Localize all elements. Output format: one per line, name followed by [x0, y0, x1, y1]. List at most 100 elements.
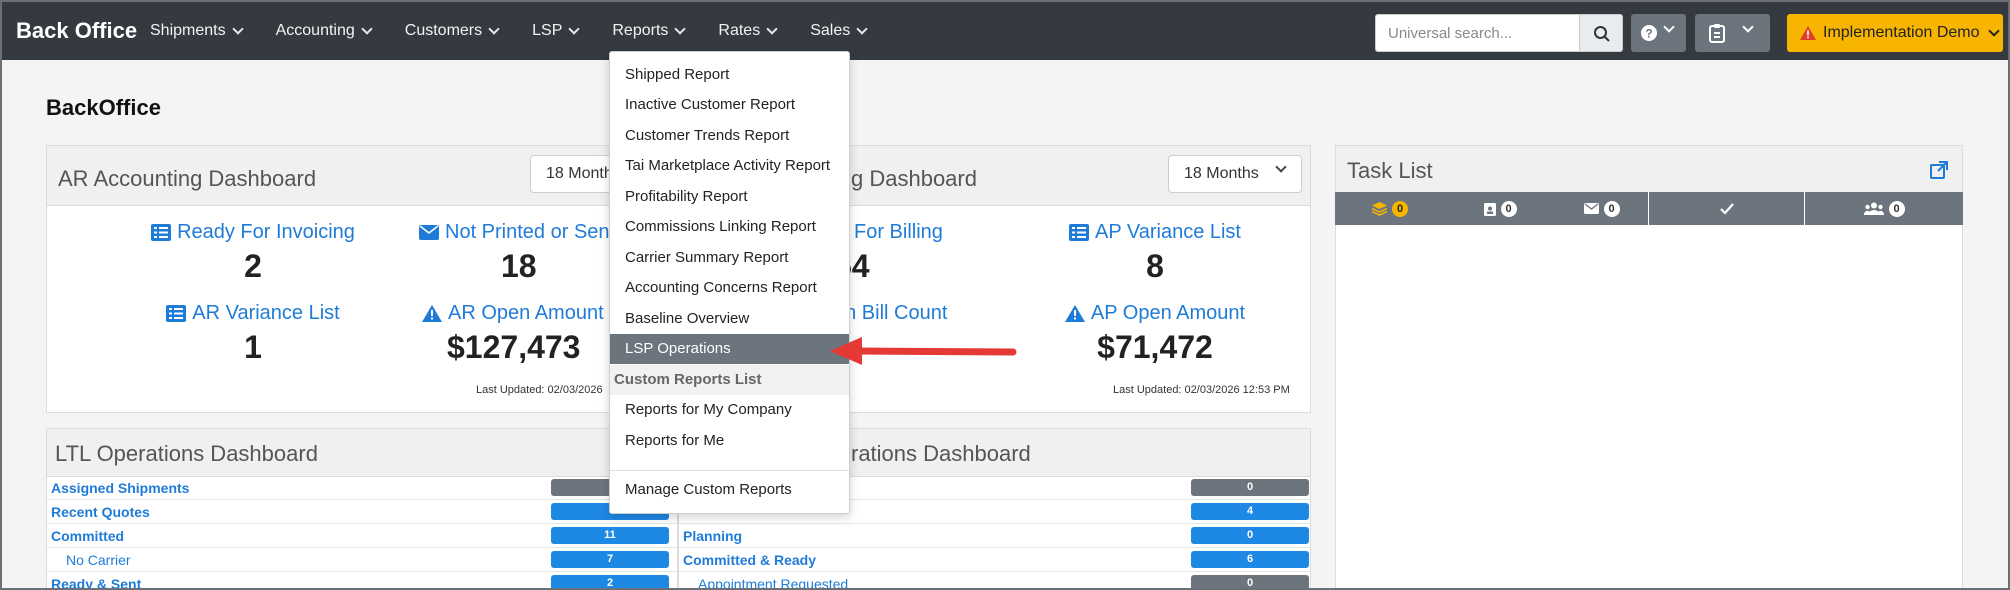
nav-lsp[interactable]: LSP: [532, 22, 581, 40]
ap-dashboard-title: g Dashboard: [851, 166, 977, 191]
task-count-badge: 0: [1888, 200, 1905, 217]
metric-ready-for-invoicing: Ready For Invoicing 2: [103, 221, 403, 285]
nav-customers[interactable]: Customers: [404, 22, 500, 40]
nav-reports[interactable]: Reports: [612, 22, 687, 40]
nav-label: Accounting: [275, 22, 355, 39]
warning-icon: [1064, 305, 1085, 322]
nav-shipments[interactable]: Shipments: [150, 22, 244, 40]
page-title: BackOffice: [46, 95, 161, 120]
menu-item-inactive-customer-report[interactable]: Inactive Customer Report: [610, 90, 849, 120]
row-label[interactable]: No Carrier: [66, 552, 131, 568]
table-row[interactable]: Ready & Sent 2: [47, 572, 677, 588]
menu-item-commissions-linking-report[interactable]: Commissions Linking Report: [610, 212, 849, 242]
menu-item-profitability-report[interactable]: Profitability Report: [610, 182, 849, 212]
table-row[interactable]: Recent Quotes: [47, 500, 677, 524]
list-icon: [166, 305, 187, 322]
ar-open-amount-link[interactable]: AR Open Amount: [364, 302, 649, 325]
ltl-dashboard-panel: LTL Operations Dashboard Assigned Shipme…: [46, 428, 678, 588]
task-tab-messages[interactable]: 0: [1555, 192, 1649, 225]
metric-label: AP Open Amount: [1090, 302, 1246, 324]
task-list-header: Task List: [1336, 146, 1962, 193]
ltl-dashboard-header: LTL Operations Dashboard: [47, 429, 677, 477]
nav-label: Rates: [718, 22, 761, 39]
metric-label: AR Open Amount: [448, 302, 604, 324]
question-icon: ?: [1641, 25, 1657, 41]
table-row[interactable]: Committed 11: [47, 524, 677, 548]
ready-for-billing-link[interactable]: For Billing: [834, 221, 984, 244]
menu-item-shipped-report[interactable]: Shipped Report: [610, 60, 849, 90]
row-label[interactable]: Assigned Shipments: [51, 480, 189, 496]
ar-dashboard-header: AR Accounting Dashboard 18 Months: [47, 146, 650, 206]
count-badge: 4: [1191, 503, 1309, 520]
chevron-down-icon: [766, 22, 778, 35]
menu-item-manage-custom-reports[interactable]: Manage Custom Reports: [610, 475, 849, 505]
external-link-icon[interactable]: [1930, 161, 1948, 179]
clipboard-user-icon: [1483, 202, 1496, 216]
reports-dropdown-menu: Shipped Report Inactive Customer Report …: [609, 51, 850, 514]
metric-label: AR Variance List: [192, 302, 340, 324]
not-printed-link[interactable]: Not Printed or Sent: [364, 221, 649, 244]
nav-sales[interactable]: Sales: [810, 22, 868, 40]
menu-item-reports-for-my-company[interactable]: Reports for My Company: [610, 395, 849, 425]
app-window: Back Office Shipments Accounting Custome…: [0, 0, 2010, 590]
nav-rates[interactable]: Rates: [718, 22, 778, 40]
annotation-arrow-icon: [830, 337, 1017, 365]
chevron-down-icon: [856, 22, 868, 35]
brand-logo[interactable]: Back Office: [16, 18, 137, 44]
menu-item-baseline-overview[interactable]: Baseline Overview: [610, 304, 849, 334]
task-tab-team[interactable]: 0: [1805, 192, 1963, 225]
help-menu-button[interactable]: ?: [1631, 14, 1686, 52]
universal-search-input[interactable]: Universal search...: [1375, 14, 1581, 52]
clipboard-menu-button[interactable]: [1695, 14, 1770, 52]
task-tab-completed[interactable]: [1649, 192, 1805, 225]
table-row[interactable]: Committed & Ready 6: [679, 548, 1310, 572]
task-tab-shipments[interactable]: 0: [1445, 192, 1555, 225]
row-label[interactable]: Planning: [683, 528, 742, 544]
menu-item-carrier-summary-report[interactable]: Carrier Summary Report: [610, 243, 849, 273]
chevron-down-icon: [1987, 24, 2000, 37]
table-row[interactable]: No Carrier 7: [47, 548, 677, 572]
ap-period-select[interactable]: 18 Months: [1168, 155, 1302, 193]
ready-for-invoicing-link[interactable]: Ready For Invoicing: [103, 221, 403, 244]
task-tab-layers[interactable]: 0: [1335, 192, 1445, 225]
open-bill-count-link[interactable]: en Bill Count: [834, 302, 994, 325]
nav-accounting[interactable]: Accounting: [275, 22, 373, 40]
menu-item-reports-for-me[interactable]: Reports for Me: [610, 426, 849, 456]
menu-item-tai-marketplace-activity-report[interactable]: Tai Marketplace Activity Report: [610, 151, 849, 181]
environment-button[interactable]: Implementation Demo: [1787, 14, 2003, 52]
nav-label: Customers: [404, 22, 483, 39]
metric-value: 18: [501, 248, 537, 284]
row-label[interactable]: Committed & Ready: [683, 552, 816, 568]
nav-label: Reports: [612, 22, 669, 39]
check-icon: [1719, 203, 1734, 214]
menu-item-accounting-concerns-report[interactable]: Accounting Concerns Report: [610, 273, 849, 303]
ap-open-amount-link[interactable]: AP Open Amount: [1005, 302, 1305, 325]
row-label[interactable]: Recent Quotes: [51, 504, 150, 520]
top-navbar: Back Office Shipments Accounting Custome…: [2, 2, 2008, 60]
table-row[interactable]: Planning 0: [679, 524, 1310, 548]
metric-ready-for-billing: For Billing 54: [834, 221, 984, 285]
chevron-down-icon: [231, 22, 244, 35]
chevron-down-icon: [1663, 21, 1675, 33]
metric-label: AP Variance List: [1094, 221, 1241, 243]
metric-label: Ready For Invoicing: [177, 221, 355, 243]
task-count-badge: 0: [1603, 200, 1620, 217]
ar-variance-link[interactable]: AR Variance List: [103, 302, 403, 325]
ap-period-value: 18 Months: [1184, 165, 1259, 182]
row-label[interactable]: Ready & Sent: [51, 576, 141, 588]
menu-item-customer-trends-report[interactable]: Customer Trends Report: [610, 121, 849, 151]
last-updated-text: Last Updated: 02/03/2026: [476, 384, 603, 396]
menu-item-lsp-operations[interactable]: LSP Operations: [610, 334, 849, 364]
nav-label: Sales: [810, 22, 851, 39]
count-badge: 0: [1191, 527, 1309, 544]
warning-icon: [422, 305, 442, 322]
search-button[interactable]: [1579, 14, 1623, 52]
count-badge: 6: [1191, 551, 1309, 568]
table-row[interactable]: Appointment Requested 0: [679, 572, 1310, 588]
menu-section-header: Custom Reports List: [610, 365, 849, 395]
ap-variance-link[interactable]: AP Variance List: [1005, 221, 1305, 244]
row-label[interactable]: Appointment Requested: [698, 576, 848, 588]
table-row[interactable]: Assigned Shipments: [47, 476, 677, 500]
row-label[interactable]: Committed: [51, 528, 124, 544]
envelope-icon: [1583, 203, 1599, 214]
